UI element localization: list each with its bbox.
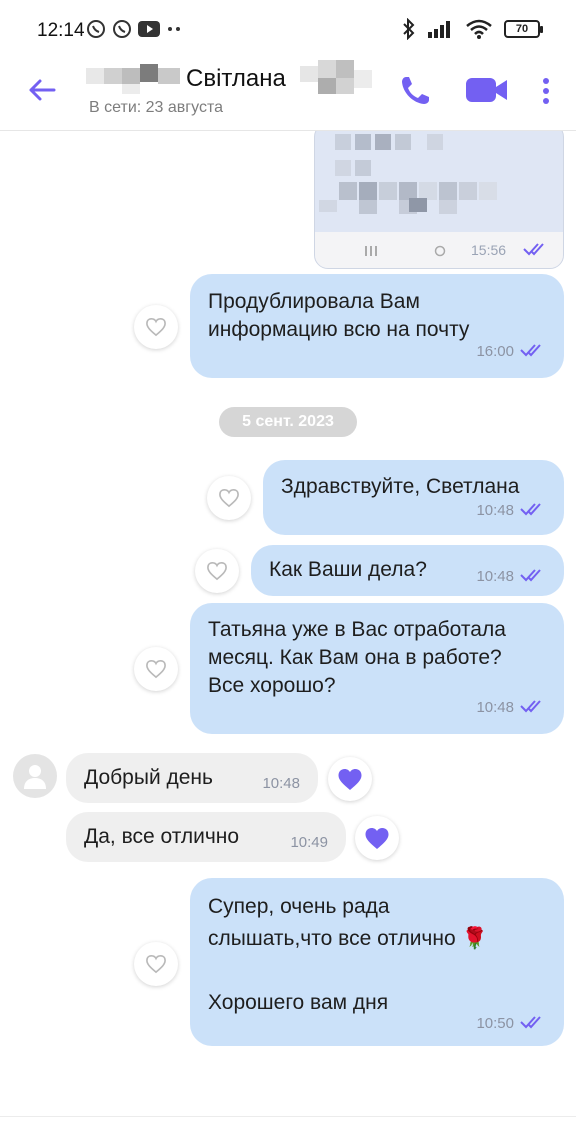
battery-icon: 70 [504, 20, 543, 38]
image-message[interactable]: 15:56 [314, 131, 564, 269]
heart-outline-icon [207, 561, 227, 581]
message-time: 10:48 [476, 699, 514, 716]
like-heart-button[interactable] [207, 476, 251, 520]
nav-home-icon [434, 245, 446, 257]
contact-name[interactable]: Світлана [186, 65, 286, 93]
youtube-icon [138, 21, 160, 37]
heart-outline-icon [219, 488, 239, 508]
last-seen-status: В сети: 23 августа [89, 99, 223, 116]
read-ticks-icon [523, 243, 544, 256]
like-heart-button[interactable] [134, 305, 178, 349]
status-time: 12:14 [37, 20, 85, 41]
chat-header: Світлана В сети: 23 августа [0, 60, 576, 131]
signal-icon [428, 21, 450, 38]
user-silhouette-icon [24, 765, 46, 789]
heart-outline-icon [146, 317, 166, 337]
message-bubble-outgoing[interactable]: Здравствуйте, Светлана 10:48 [263, 460, 564, 535]
pixelated-redaction [300, 60, 372, 94]
heart-outline-icon [146, 659, 166, 679]
like-heart-button[interactable] [134, 647, 178, 691]
message-text: Супер, очень рада слышать,что все отличн… [208, 895, 488, 1014]
pixelated-redaction [86, 64, 180, 94]
status-bar: 12:14 70 [0, 0, 576, 62]
message-time: 10:49 [290, 834, 328, 851]
message-time: 10:48 [262, 775, 300, 792]
video-call-icon[interactable] [466, 76, 508, 104]
nav-recent-icon [365, 246, 377, 256]
message-bubble-outgoing[interactable]: Как Ваши дела? 10:48 [251, 545, 564, 596]
more-dots-icon [168, 27, 180, 31]
read-ticks-icon [520, 700, 541, 713]
message-time: 10:50 [476, 1015, 514, 1032]
phone-call-icon[interactable] [398, 74, 432, 108]
read-ticks-icon [520, 569, 541, 582]
pixelated-image-content [319, 134, 497, 214]
wifi-icon [466, 19, 492, 39]
chat-area[interactable]: 15:56 Продублировала Вам информацию всю … [0, 131, 576, 1128]
message-bubble-outgoing[interactable]: Супер, очень рада слышать,что все отличн… [190, 878, 564, 1046]
viber-icon [113, 20, 131, 38]
viber-icon [87, 20, 105, 38]
heart-outline-icon [146, 954, 166, 974]
message-text: Татьяна уже в Вас отработала месяц. Как … [208, 618, 506, 697]
read-ticks-icon [520, 1016, 541, 1029]
like-heart-button-liked[interactable] [355, 816, 399, 860]
more-options-icon[interactable] [536, 76, 556, 106]
like-heart-button[interactable] [134, 942, 178, 986]
like-heart-button[interactable] [195, 549, 239, 593]
contact-avatar[interactable] [13, 754, 57, 798]
like-heart-button-liked[interactable] [328, 757, 372, 801]
message-bubble-outgoing[interactable]: Продублировала Вам информацию всю на поч… [190, 274, 564, 378]
message-bubble-outgoing[interactable]: Татьяна уже в Вас отработала месяц. Как … [190, 603, 564, 734]
back-arrow-icon[interactable] [26, 74, 58, 106]
heart-filled-icon [338, 768, 362, 790]
read-ticks-icon [520, 344, 541, 357]
date-separator: 5 сент. 2023 [219, 407, 357, 437]
message-bubble-incoming[interactable]: Добрый день 10:48 [66, 753, 318, 803]
message-time: 10:48 [476, 502, 514, 519]
input-divider [0, 1116, 576, 1117]
heart-filled-icon [365, 827, 389, 849]
read-ticks-icon [520, 503, 541, 516]
bluetooth-icon [403, 18, 415, 40]
message-time: 10:48 [476, 568, 514, 585]
message-time: 16:00 [476, 343, 514, 360]
message-bubble-incoming[interactable]: Да, все отлично 10:49 [66, 812, 346, 862]
message-time: 15:56 [471, 242, 507, 258]
